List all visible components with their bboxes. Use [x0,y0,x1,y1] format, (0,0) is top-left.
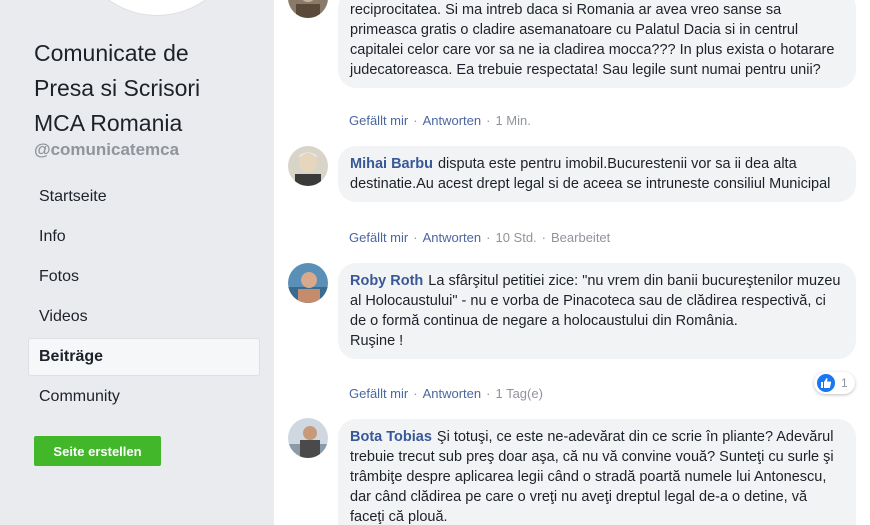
comment-author[interactable]: Mihai Barbu [350,156,433,172]
nav-item-fotos[interactable]: Fotos [28,258,260,296]
commenter-avatar[interactable] [288,0,328,18]
nav-item-community[interactable]: Community [28,378,260,416]
comment-author[interactable]: Roby Roth [350,273,423,289]
comment-timestamp[interactable]: 10 Std. [495,230,536,245]
reply-link[interactable]: Antworten [423,113,482,128]
edited-label[interactable]: Bearbeitet [551,230,610,245]
comment-bubble: Mihai Barbu disputa este pentru imobil.Bu… [338,146,856,202]
nav-item-beitraege[interactable]: Beiträge [28,338,260,376]
page-title[interactable]: Comunicate de Presa si Scrisori MCA Roma… [34,36,254,141]
comment-bubble: reciprocitatea. Si ma intreb daca si Rom… [338,0,856,88]
reaction-count: 1 [841,376,848,390]
page-profile-picture[interactable] [74,0,240,16]
comment-bubble: Roby Roth La sfârşitul petitiei zice: "nu… [338,263,856,359]
nav-item-startseite[interactable]: Startseite [28,178,260,216]
comment-actions: Gefällt mir · Antworten · 1 Tag(e) [349,386,543,401]
comment-timestamp[interactable]: 1 Min. [495,113,530,128]
comment-actions: Gefällt mir · Antworten · 1 Min. [349,113,531,128]
facebook-page: Comunicate de Presa si Scrisori MCA Roma… [0,0,870,525]
thumbs-up-icon [817,374,835,392]
comment-text: reciprocitatea. Si ma intreb daca si Rom… [350,2,835,78]
create-page-button[interactable]: Seite erstellen [34,436,161,466]
page-nav: Startseite Info Fotos Videos Beiträge Co… [28,178,260,418]
like-link[interactable]: Gefällt mir [349,230,408,245]
comment-bubble: Bota Tobias Şi totuşi, ce este ne-adevăra… [338,419,856,525]
commenter-avatar[interactable] [288,418,328,458]
comments-column: reciprocitatea. Si ma intreb daca si Rom… [274,0,870,525]
page-handle[interactable]: @comunicatemca [34,140,179,160]
comment-text: La sfârşitul petitiei zice: "nu vrem din… [350,273,841,329]
comment-actions: Gefällt mir · Antworten · 10 Std. · Bearbeitet [349,230,611,245]
reply-link[interactable]: Antworten [423,386,482,401]
like-link[interactable]: Gefällt mir [349,386,408,401]
nav-item-videos[interactable]: Videos [28,298,260,336]
reply-link[interactable]: Antworten [423,230,482,245]
left-sidebar: Comunicate de Presa si Scrisori MCA Roma… [0,0,274,525]
comment-timestamp[interactable]: 1 Tag(e) [495,386,542,401]
reaction-summary[interactable]: 1 [814,372,855,394]
comment-author[interactable]: Bota Tobias [350,429,432,445]
comment-text-line: Ruşine ! [350,333,404,349]
commenter-avatar[interactable] [288,263,328,303]
commenter-avatar[interactable] [288,146,328,186]
like-link[interactable]: Gefällt mir [349,113,408,128]
nav-item-info[interactable]: Info [28,218,260,256]
